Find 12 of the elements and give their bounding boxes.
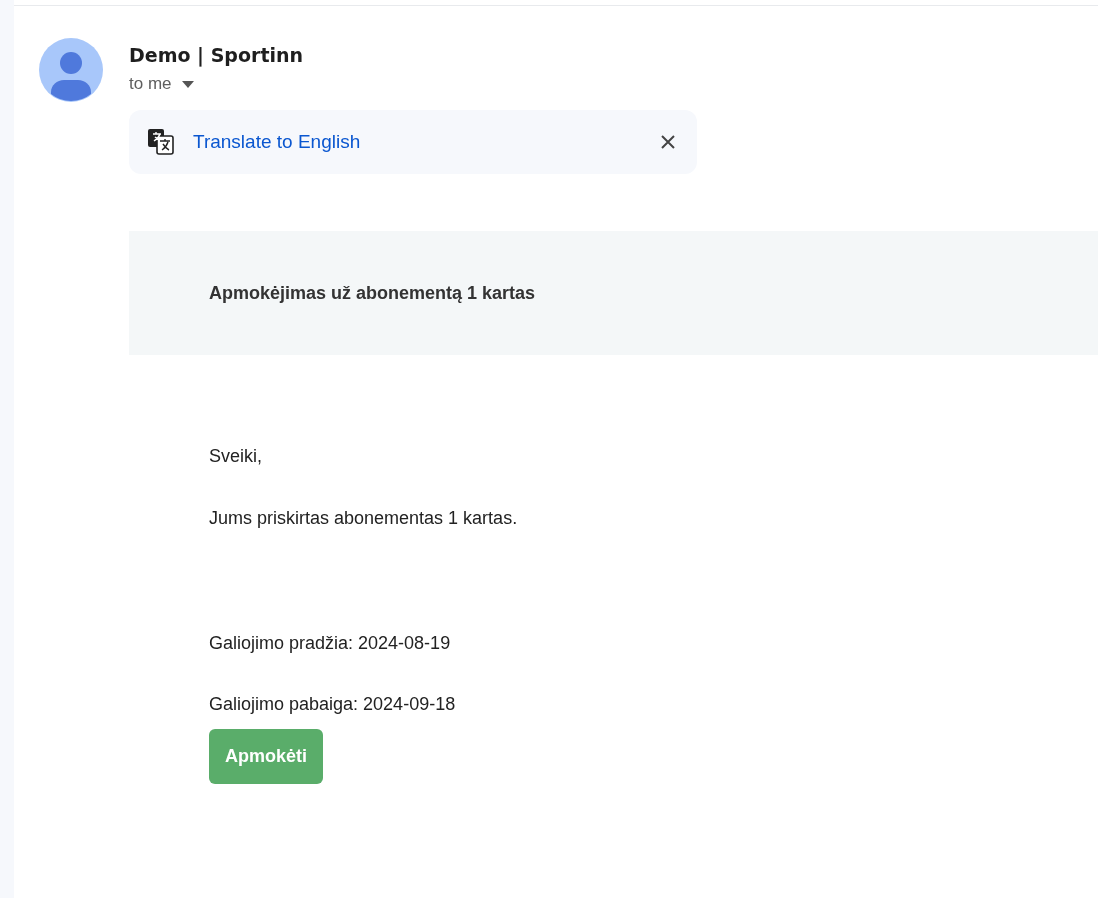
close-icon[interactable] <box>661 135 675 149</box>
detail-text: Galiojimo pabaiga: 2024-09-18 <box>209 693 457 715</box>
caret-icon[interactable] <box>181 80 194 88</box>
translate-icon[interactable] <box>147 128 175 156</box>
detail-text: Galiojimo pradžia: 2024-08-19 <box>209 632 452 654</box>
email-heading: Apmokėjimas už abonementą 1 kartas <box>209 282 536 304</box>
greeting-text: Sveiki, <box>209 445 263 467</box>
translate-link[interactable]: Translate to English <box>193 131 661 153</box>
recipient-label: to me <box>129 74 172 94</box>
avatar-icon <box>39 38 103 102</box>
message-text: Jums priskirtas abonementas 1 kartas. <box>209 507 519 529</box>
sender-name: Demo | Sportinn <box>129 43 305 68</box>
